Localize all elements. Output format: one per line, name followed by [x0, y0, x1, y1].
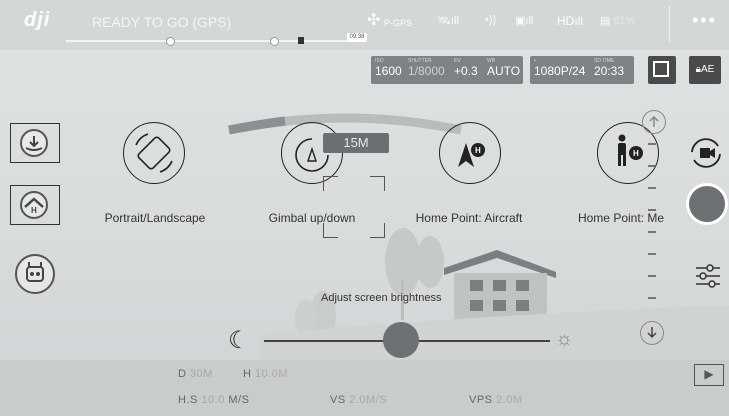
video-resolution: 1080P/24	[534, 64, 586, 78]
horizontal-speed-readout: H.S 10.0 M/S	[178, 394, 250, 406]
track-marker	[166, 37, 175, 46]
zoom-up-icon[interactable]	[642, 110, 666, 134]
camera-settings-icon[interactable]	[694, 262, 722, 290]
more-menu-button[interactable]: •••	[692, 10, 717, 31]
zoom-down-icon[interactable]	[640, 321, 664, 345]
flight-time-chip: 09:38	[347, 33, 367, 42]
camera-switch-icon[interactable]	[688, 136, 724, 170]
moon-icon: ☾	[228, 327, 250, 354]
hint-label: Portrait/Landscape	[104, 211, 206, 225]
rotate-device-icon	[135, 133, 173, 173]
shutter-button[interactable]	[686, 183, 728, 225]
flight-mode[interactable]: P-GPS	[384, 18, 412, 28]
playback-button[interactable]: ▶	[694, 364, 724, 386]
distance-readout: D 30M	[178, 368, 213, 380]
focus-frame-button[interactable]	[648, 56, 676, 84]
track-marker	[270, 37, 279, 46]
aircraft-home-icon: H	[458, 143, 485, 167]
home-point-aircraft-hint: H	[439, 122, 501, 184]
ae-label: AE	[700, 64, 715, 75]
return-home-button[interactable]: H	[10, 185, 60, 225]
gimbal-hint	[281, 122, 343, 184]
svg-text:H: H	[31, 206, 37, 215]
remote-controller-icon	[15, 254, 55, 294]
shutter-value: 1/8000	[408, 64, 445, 78]
home-flag-icon	[298, 37, 304, 44]
ae-lock-button[interactable]: 🔒︎AE	[689, 56, 721, 84]
ev-value: +0.3	[454, 64, 478, 78]
zoom-indicator: 15M	[323, 133, 389, 153]
zoom-scale[interactable]	[645, 136, 659, 318]
obstacle-icon[interactable]: •))	[485, 14, 496, 26]
portrait-landscape-hint	[123, 122, 185, 184]
focus-box[interactable]	[323, 176, 385, 238]
sd-time: 20:33	[594, 64, 625, 78]
aircraft-status[interactable]: READY TO GO (GPS)	[92, 14, 231, 30]
drone-icon: ✣	[367, 12, 381, 29]
takeoff-icon	[20, 129, 48, 157]
remote-controller-button[interactable]	[13, 252, 57, 296]
wb-value: AUTO	[487, 64, 521, 78]
brightness-slider-knob[interactable]	[383, 322, 420, 358]
brightness-hint: Adjust screen brightness	[321, 292, 442, 304]
svg-text:H: H	[475, 146, 481, 155]
gps-signal-icon[interactable]: 🛰︎ıll	[437, 14, 459, 27]
rc-signal-icon[interactable]: ▣ıll	[515, 14, 533, 27]
frame-icon	[653, 61, 669, 77]
recording-params[interactable]: ▪ 1080P/24 SD TIME 20:33	[530, 56, 634, 84]
exposure-params[interactable]: ISO 1600 SHUTTER 1/8000 EV +0.3 WB AUTO	[371, 56, 523, 84]
svg-text:H: H	[633, 149, 639, 158]
hd-signal[interactable]: HDıll	[557, 14, 583, 28]
hint-label: Home Point: Me	[577, 211, 665, 225]
height-readout: H 10.0M	[243, 368, 289, 380]
telemetry-bar	[0, 360, 729, 416]
divider	[669, 6, 670, 42]
camera-view: dji READY TO GO (GPS) 09:38 ✣ P-GPS 🛰︎ıl…	[0, 0, 729, 416]
iso-value: 1600	[375, 64, 402, 78]
hint-label: Home Point: Aircraft	[415, 211, 523, 225]
sun-icon: ☼	[555, 328, 574, 350]
vertical-speed-readout: VS 2.0M/S	[330, 394, 388, 406]
battery-percentage: 61%	[613, 15, 636, 27]
gimbal-tilt-icon	[295, 138, 329, 172]
dji-logo: dji	[24, 9, 51, 31]
flight-progress-track	[66, 40, 366, 42]
vps-readout: VPS 2.0M	[469, 394, 523, 406]
takeoff-button[interactable]	[10, 123, 60, 163]
return-home-icon: H	[20, 191, 48, 219]
battery-indicator[interactable]: ▤ 61%	[600, 14, 635, 27]
